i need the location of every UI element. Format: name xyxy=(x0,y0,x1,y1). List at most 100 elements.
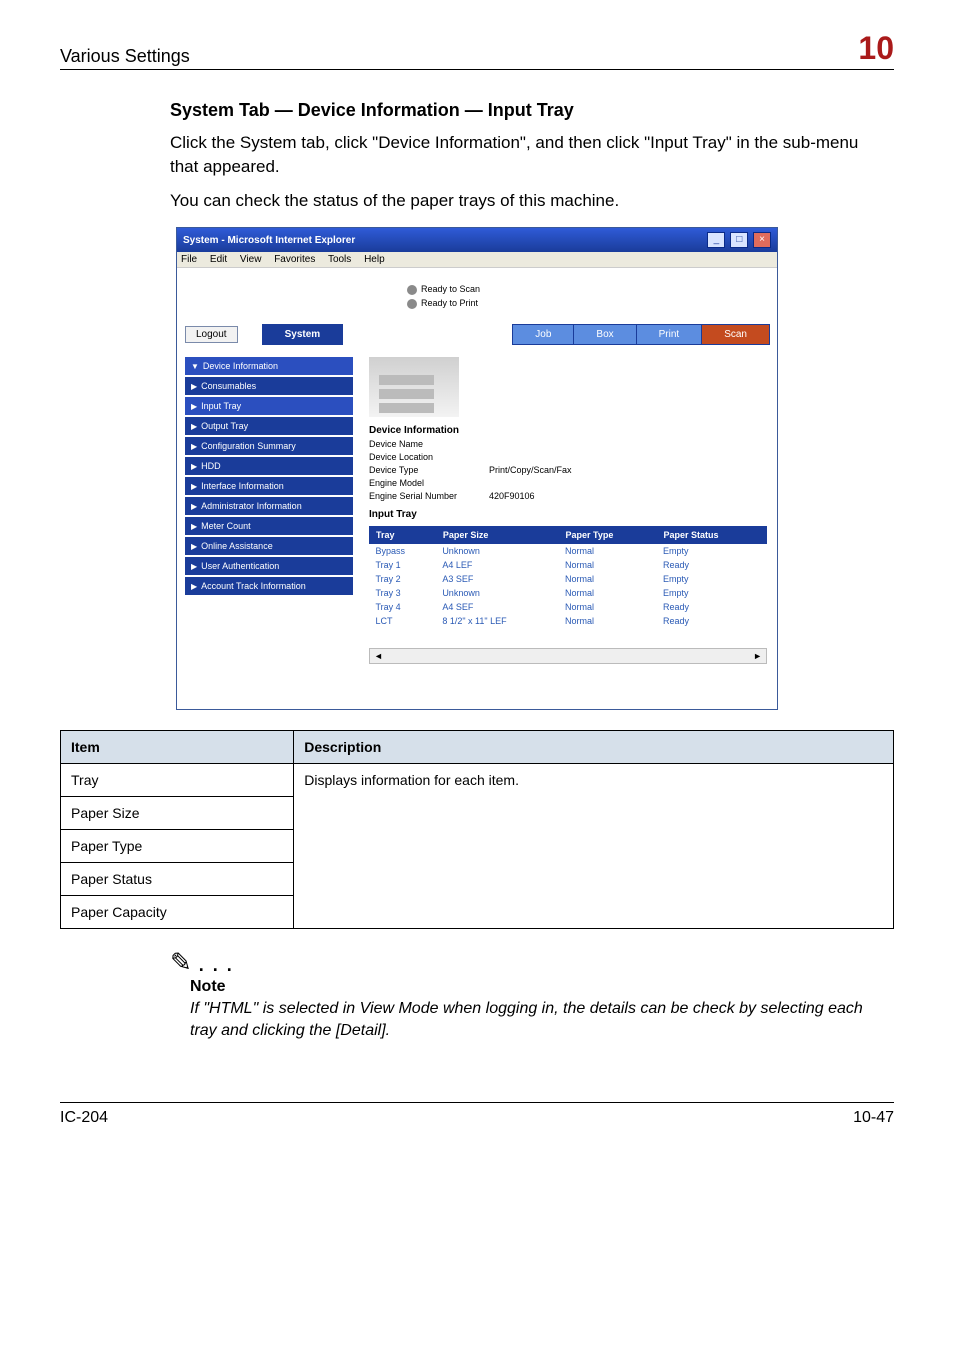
scroll-right-icon[interactable]: ► xyxy=(749,651,766,661)
td-tray: Tray 1 xyxy=(370,558,437,572)
td-tray: Tray 4 xyxy=(370,600,437,614)
th-item: Item xyxy=(61,731,294,764)
td-size: Unknown xyxy=(436,586,559,600)
menu-file[interactable]: File xyxy=(181,254,197,265)
device-illustration-icon xyxy=(369,357,459,417)
chevron-right-icon: ▶ xyxy=(191,542,197,551)
status-dot-icon xyxy=(407,285,417,295)
menu-view[interactable]: View xyxy=(240,254,262,265)
sidebar-item-meter-count[interactable]: ▶ Meter Count xyxy=(185,517,353,535)
td-size: A4 LEF xyxy=(436,558,559,572)
sidebar-item-label: HDD xyxy=(201,461,221,471)
chevron-right-icon: ▶ xyxy=(191,582,197,591)
table-row[interactable]: Tray 3UnknownNormalEmpty xyxy=(370,586,767,600)
status-area: Ready to Scan Ready to Print xyxy=(177,268,777,320)
tab-scan[interactable]: Scan xyxy=(701,324,770,345)
chapter-number: 10 xyxy=(858,30,894,67)
table-row[interactable]: Tray 1A4 LEFNormalReady xyxy=(370,558,767,572)
th-paper-status: Paper Status xyxy=(657,527,767,544)
horizontal-scrollbar[interactable]: ◄► xyxy=(369,648,767,664)
status-dot-icon xyxy=(407,299,417,309)
chevron-right-icon: ▶ xyxy=(191,522,197,531)
td-status: Empty xyxy=(657,586,767,600)
sidebar-item-label: Consumables xyxy=(201,381,256,391)
tray-table: Tray Paper Size Paper Type Paper Status … xyxy=(369,526,767,628)
kv-key: Device Name xyxy=(369,438,489,451)
sidebar-item-label: Meter Count xyxy=(201,521,251,531)
sidebar-item-output-tray[interactable]: ▶Output Tray xyxy=(185,417,353,435)
table-row[interactable]: BypassUnknownNormalEmpty xyxy=(370,544,767,559)
sidebar-item-label: Input Tray xyxy=(201,401,241,411)
section-heading: System Tab — Device Information — Input … xyxy=(170,100,894,121)
kv-key: Engine Model xyxy=(369,477,489,490)
scroll-left-icon[interactable]: ◄ xyxy=(370,651,387,661)
device-info-heading: Device Information xyxy=(369,425,767,436)
minimize-icon[interactable]: _ xyxy=(707,232,725,248)
screenshot-window: System - Microsoft Internet Explorer _ □… xyxy=(176,227,778,710)
tab-box[interactable]: Box xyxy=(573,324,636,345)
item-description-table: Item Description Tray Displays informati… xyxy=(60,730,894,929)
footer-model: IC-204 xyxy=(60,1109,108,1127)
td-type: Normal xyxy=(559,614,657,628)
chevron-right-icon: ▶ xyxy=(191,502,197,511)
item-name: Paper Type xyxy=(61,830,294,863)
status-scan: Ready to Scan xyxy=(421,284,480,294)
page-header: Various Settings 10 xyxy=(60,30,894,70)
chevron-right-icon: ▶ xyxy=(191,462,197,471)
item-name: Paper Status xyxy=(61,863,294,896)
item-name: Paper Size xyxy=(61,797,294,830)
menu-help[interactable]: Help xyxy=(364,254,385,265)
menu-edit[interactable]: Edit xyxy=(210,254,227,265)
sidebar-item-label: Online Assistance xyxy=(201,541,273,551)
kv-key: Engine Serial Number xyxy=(369,490,489,503)
menu-favorites[interactable]: Favorites xyxy=(274,254,315,265)
td-status: Ready xyxy=(657,558,767,572)
th-description: Description xyxy=(294,731,894,764)
table-row: Tray Displays information for each item. xyxy=(61,764,894,797)
sidebar-item-consumables[interactable]: ▶Consumables xyxy=(185,377,353,395)
chevron-down-icon: ▼ xyxy=(191,362,199,371)
td-status: Empty xyxy=(657,544,767,559)
body-paragraph: You can check the status of the paper tr… xyxy=(170,189,864,213)
sidebar-item-online-assistance[interactable]: ▶ Online Assistance xyxy=(185,537,353,555)
sidebar-item-hdd[interactable]: ▶ HDD xyxy=(185,457,353,475)
sidebar-item-account-track-information[interactable]: ▶Account Track Information xyxy=(185,577,353,595)
logout-button[interactable]: Logout xyxy=(185,326,238,343)
th-tray: Tray xyxy=(370,527,437,544)
table-row[interactable]: LCT8 1/2" x 11" LEFNormalReady xyxy=(370,614,767,628)
maximize-icon[interactable]: □ xyxy=(730,232,748,248)
close-icon[interactable]: × xyxy=(753,232,771,248)
th-paper-type: Paper Type xyxy=(559,527,657,544)
td-tray: Tray 3 xyxy=(370,586,437,600)
tab-row: Logout System Job Box Print Scan xyxy=(177,320,777,349)
menu-tools[interactable]: Tools xyxy=(328,254,351,265)
tab-print[interactable]: Print xyxy=(636,324,703,345)
td-tray: Tray 2 xyxy=(370,572,437,586)
item-name: Tray xyxy=(61,764,294,797)
sidebar-item-interface-information[interactable]: ▶Interface Information xyxy=(185,477,353,495)
td-tray: LCT xyxy=(370,614,437,628)
td-status: Ready xyxy=(657,614,767,628)
sidebar-item-input-tray[interactable]: ▶Input Tray xyxy=(185,397,353,415)
tab-job[interactable]: Job xyxy=(512,324,574,345)
table-row[interactable]: Tray 2A3 SEFNormalEmpty xyxy=(370,572,767,586)
table-header-row: Tray Paper Size Paper Type Paper Status xyxy=(370,527,767,544)
sidebar-item-configuration-summary[interactable]: ▶Configuration Summary xyxy=(185,437,353,455)
td-type: Normal xyxy=(559,572,657,586)
sidebar-item-administrator-information[interactable]: ▶Administrator Information xyxy=(185,497,353,515)
tab-system[interactable]: System xyxy=(262,324,344,345)
status-print: Ready to Print xyxy=(421,298,478,308)
table-header-row: Item Description xyxy=(61,731,894,764)
window-controls: _ □ × xyxy=(705,232,771,248)
th-paper-size: Paper Size xyxy=(436,527,559,544)
table-row[interactable]: Tray 4A4 SEFNormalReady xyxy=(370,600,767,614)
item-description: Displays information for each item. xyxy=(294,764,894,929)
page-footer: IC-204 10-47 xyxy=(60,1102,894,1127)
body-paragraph: Click the System tab, click "Device Info… xyxy=(170,131,864,179)
td-size: A4 SEF xyxy=(436,600,559,614)
input-tray-heading: Input Tray xyxy=(369,509,767,520)
sidebar-item-user-authentication[interactable]: ▶User Authentication xyxy=(185,557,353,575)
td-type: Normal xyxy=(559,600,657,614)
td-type: Normal xyxy=(559,586,657,600)
sidebar-item-device-information[interactable]: ▼Device Information xyxy=(185,357,353,375)
